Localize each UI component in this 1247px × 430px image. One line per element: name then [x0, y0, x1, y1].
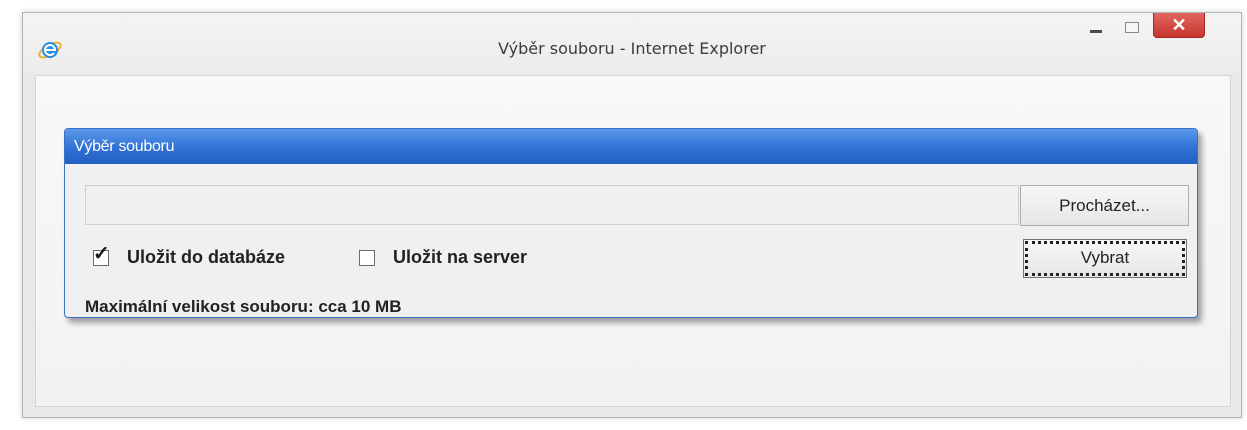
- max-file-size-text: Maximální velikost souboru: cca 10 MB: [85, 297, 402, 316]
- browse-button[interactable]: Procházet...: [1020, 185, 1189, 226]
- page-content: Výběr souboru Procházet... ✓ Uložit do d…: [35, 75, 1231, 407]
- maximize-button[interactable]: [1117, 13, 1147, 41]
- save-to-database-option[interactable]: ✓ Uložit do databáze: [93, 244, 286, 268]
- save-to-server-option[interactable]: Uložit na server: [359, 247, 527, 268]
- panel-header: Výběr souboru: [65, 129, 1197, 164]
- select-button-label: Vybrat: [1080, 248, 1130, 267]
- select-button[interactable]: Vybrat: [1023, 239, 1187, 278]
- save-to-server-checkbox[interactable]: [359, 249, 375, 266]
- browser-window: Výběr souboru - Internet Explorer ✕ Výbě…: [22, 12, 1242, 418]
- maximize-icon: [1125, 21, 1139, 33]
- save-to-database-checkbox[interactable]: ✓: [93, 244, 110, 266]
- minimize-icon: [1090, 29, 1102, 33]
- close-button[interactable]: ✕: [1153, 13, 1205, 38]
- file-selection-panel: Výběr souboru Procházet... ✓ Uložit do d…: [64, 128, 1198, 318]
- title-bar[interactable]: Výběr souboru - Internet Explorer ✕: [23, 13, 1241, 73]
- save-to-database-label: Uložit do databáze: [127, 247, 286, 267]
- minimize-button[interactable]: [1081, 13, 1111, 41]
- file-path-input[interactable]: [85, 185, 1019, 225]
- window-title: Výběr souboru - Internet Explorer: [498, 39, 766, 58]
- save-to-server-label: Uložit na server: [393, 247, 528, 267]
- checkmark-icon: ✓: [93, 242, 110, 265]
- close-icon: ✕: [1171, 14, 1187, 35]
